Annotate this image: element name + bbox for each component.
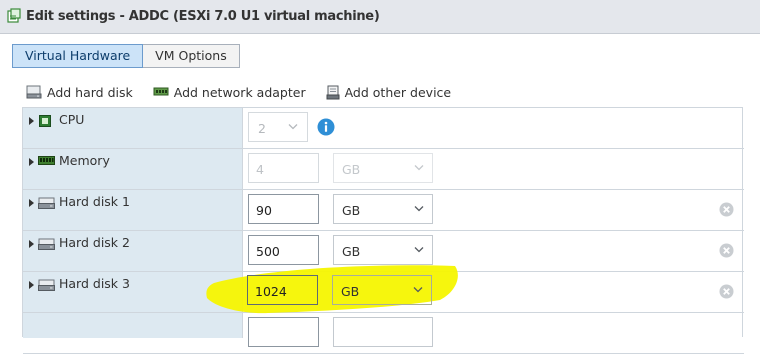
hard-disk-1-label: Hard disk 1 [59,194,130,209]
network-adapter-icon [153,87,169,96]
hard-disk-3-unit-select[interactable]: GB [332,275,432,305]
info-icon[interactable] [317,118,335,136]
hard-disk-1-unit-value: GB [342,203,361,218]
add-hard-disk-button[interactable]: Add hard disk [26,85,133,100]
dialog-title: Edit settings - ADDC (ESXi 7.0 U1 virtua… [26,9,380,24]
other-device-icon [326,85,340,99]
remove-icon[interactable] [719,202,734,217]
hard-disk-3-label: Hard disk 3 [59,276,130,291]
hard-disk-3-unit-value: GB [341,284,360,299]
chevron-down-icon [414,206,424,212]
expand-arrow-icon[interactable] [29,117,34,125]
hard-disk-icon [38,238,55,250]
expand-arrow-icon[interactable] [29,240,34,248]
chevron-down-icon [414,165,424,171]
remove-icon[interactable] [719,284,734,299]
hard-disk-2-unit-select[interactable]: GB [333,235,433,265]
expand-arrow-icon[interactable] [29,281,34,289]
chevron-down-icon [413,287,423,293]
memory-icon [38,156,55,165]
chevron-down-icon [288,124,298,130]
remove-icon[interactable] [719,243,734,258]
cpu-label: CPU [59,112,85,127]
hard-disk-1-size-input[interactable]: 90 [248,194,319,224]
hard-disk-icon [26,85,42,99]
memory-size-field: 4 [248,153,319,183]
hard-disk-2-label: Hard disk 2 [59,235,130,250]
device-toolbar: Add hard disk Add network adapter Add ot… [26,84,471,100]
vm-settings-icon [7,8,21,23]
row-cpu: CPU 2 [23,108,744,149]
row-hard-disk-2: Hard disk 2 500 GB [23,231,744,272]
hard-disk-icon [38,279,55,291]
row-hard-disk-1: Hard disk 1 90 GB [23,190,744,231]
dialog-titlebar: Edit settings - ADDC (ESXi 7.0 U1 virtua… [0,0,760,34]
tab-virtual-hardware[interactable]: Virtual Hardware [12,44,144,68]
expand-arrow-icon[interactable] [29,158,34,166]
hard-disk-2-unit-value: GB [342,244,361,259]
row-memory: Memory 4 GB [23,149,744,190]
expand-arrow-icon[interactable] [29,199,34,207]
add-other-device-button[interactable]: Add other device [326,84,452,100]
next-device-field [248,317,319,347]
hard-disk-3-size-input[interactable]: 1024 [247,275,318,305]
memory-unit-select: GB [333,153,433,183]
memory-label: Memory [59,153,110,168]
memory-unit-value: GB [342,162,361,177]
hard-disk-icon [38,197,55,209]
cpu-count-value: 2 [258,121,266,136]
tab-vm-options[interactable]: VM Options [143,44,240,68]
row-next-device [23,313,744,354]
add-network-adapter-button[interactable]: Add network adapter [153,85,306,100]
cpu-icon [39,115,51,127]
hard-disk-2-size-input[interactable]: 500 [248,235,319,265]
hard-disk-1-unit-select[interactable]: GB [333,194,433,224]
add-other-device-label: Add other device [344,84,452,100]
cpu-count-select: 2 [248,112,308,142]
add-hard-disk-label: Add hard disk [47,84,133,100]
next-device-select [333,317,433,347]
add-network-adapter-label: Add network adapter [173,84,306,100]
chevron-down-icon [414,247,424,253]
tab-bar: Virtual Hardware VM Options [12,44,240,69]
